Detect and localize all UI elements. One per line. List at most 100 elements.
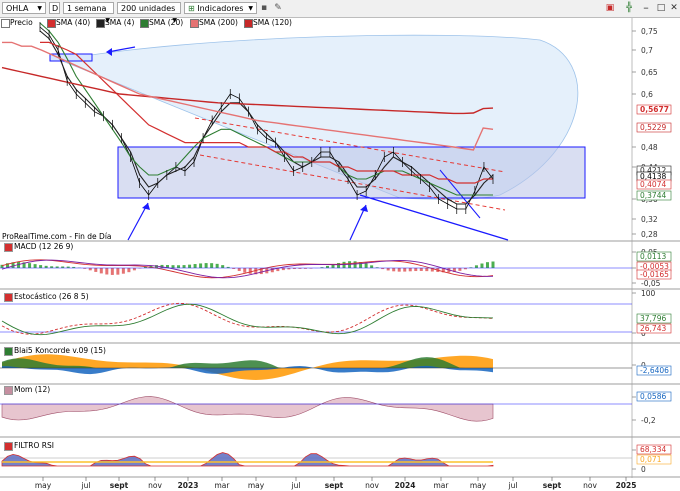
macd-histogram-bar bbox=[364, 263, 368, 268]
macd-histogram-bar bbox=[188, 264, 192, 268]
macd-histogram-bar bbox=[325, 265, 329, 268]
last-value-label: 0,3744 bbox=[640, 191, 666, 200]
macd-histogram-bar bbox=[193, 264, 197, 268]
macd-histogram-bar bbox=[132, 268, 136, 271]
x-tick-label: 2024 bbox=[395, 481, 416, 490]
panel-title-macd[interactable]: MACD (12 26 9) bbox=[2, 242, 73, 252]
macd-histogram-bar bbox=[94, 268, 98, 272]
macd-histogram-bar bbox=[221, 265, 225, 268]
x-tick-label: nov bbox=[583, 481, 597, 490]
macd-histogram-bar bbox=[353, 261, 357, 268]
x-tick-label: may bbox=[248, 481, 265, 490]
panel-value-label: -0,0165 bbox=[640, 270, 669, 279]
x-tick-label: 2023 bbox=[178, 481, 199, 490]
panel-tick-label: 0 bbox=[641, 465, 646, 474]
macd-histogram-bar bbox=[105, 268, 109, 275]
indicator-panels: 0,050-0,050,0113-0,0053-0,0165100037,796… bbox=[0, 248, 672, 474]
x-tick-label: sept bbox=[543, 481, 562, 490]
stoch-k-line bbox=[1, 303, 494, 336]
panel-swatch bbox=[4, 243, 13, 252]
arrow-1-head bbox=[142, 203, 150, 210]
last-value-labels: 0,56770,52290,42120,41380,40740,3744 bbox=[636, 104, 672, 201]
macd-histogram-bar bbox=[99, 268, 103, 274]
y-tick-label: 0,28 bbox=[641, 230, 658, 239]
macd-histogram-bar bbox=[370, 265, 374, 268]
macd-histogram-bar bbox=[403, 268, 407, 272]
macd-histogram-bar bbox=[237, 268, 241, 271]
macd-histogram-bar bbox=[121, 268, 125, 274]
panel-value-label: 0,071 bbox=[640, 455, 662, 464]
panel-tick-label: -0,2 bbox=[641, 416, 656, 425]
macd-histogram-bar bbox=[485, 262, 489, 268]
source-label: ProRealTime.com - Fin de Día bbox=[2, 232, 112, 241]
macd-histogram-bar bbox=[243, 268, 247, 273]
y-tick-label: 0,7 bbox=[641, 46, 653, 55]
macd-histogram-bar bbox=[480, 263, 484, 268]
macd-histogram-bar bbox=[116, 268, 120, 275]
panel-title-mom[interactable]: Mom (12) bbox=[2, 385, 50, 395]
y-tick-label: 0,65 bbox=[641, 68, 658, 77]
panel-swatch bbox=[4, 347, 13, 356]
last-value-label: 0,4074 bbox=[640, 180, 666, 189]
panel-title-filtro-rsi[interactable]: FILTRO RSI bbox=[2, 441, 54, 451]
macd-histogram-bar bbox=[44, 265, 48, 268]
x-tick-label: may bbox=[35, 481, 52, 490]
range-box bbox=[117, 146, 586, 199]
panel-swatch bbox=[4, 293, 13, 302]
x-tick-label: may bbox=[470, 481, 487, 490]
panel-separators bbox=[0, 240, 680, 478]
x-tick-label: nov bbox=[148, 481, 162, 490]
last-value-label: 0,5229 bbox=[640, 123, 666, 132]
macd-histogram-bar bbox=[171, 265, 175, 268]
x-tick-label: nov bbox=[365, 481, 379, 490]
macd-histogram-bar bbox=[474, 265, 478, 268]
panel-value-label: 0,0586 bbox=[640, 392, 666, 401]
macd-histogram-bar bbox=[182, 265, 186, 268]
x-tick-label: jul bbox=[508, 481, 518, 490]
panel-value-label: 0,0113 bbox=[640, 252, 666, 261]
macd-histogram-bar bbox=[419, 268, 423, 271]
last-value-label: 0,5677 bbox=[640, 105, 669, 114]
macd-histogram-bar bbox=[248, 268, 252, 274]
macd-histogram-bar bbox=[127, 268, 131, 273]
x-tick-label: mar bbox=[434, 481, 450, 490]
x-axis: may jul sept nov 2023 mar may jul sept nov 2024 mar… bbox=[35, 477, 637, 490]
macd-histogram-bar bbox=[210, 263, 214, 268]
x-tick-label: jul bbox=[291, 481, 301, 490]
macd-histogram-bar bbox=[33, 264, 37, 268]
macd-histogram-bar bbox=[199, 263, 203, 268]
mom-area bbox=[1, 396, 494, 422]
y-tick-label: 0,48 bbox=[641, 143, 658, 152]
macd-histogram-bar bbox=[177, 265, 181, 268]
macd-histogram-bar bbox=[458, 268, 462, 271]
macd-histogram-bar bbox=[215, 263, 219, 268]
panel-value-label: 37,796 bbox=[640, 314, 666, 323]
y-tick-label: 0,75 bbox=[641, 27, 658, 36]
arrow-2-head bbox=[360, 205, 368, 212]
panel-swatch bbox=[4, 442, 13, 451]
macd-line bbox=[1, 259, 494, 279]
panel-value-label: 26,743 bbox=[640, 324, 666, 333]
panel-title-koncorde[interactable]: Blai5 Koncorde v.09 (15) bbox=[2, 346, 106, 356]
macd-histogram-bar bbox=[425, 268, 429, 272]
x-tick-label: mar bbox=[215, 481, 231, 490]
price-chart[interactable]: 0,750,70,650,60,480,440,360,320,28 0,567… bbox=[0, 0, 680, 491]
macd-histogram-bar bbox=[88, 268, 92, 271]
x-tick-label: jul bbox=[81, 481, 91, 490]
x-tick-label: sept bbox=[325, 481, 344, 490]
x-tick-label: 2025 bbox=[616, 481, 637, 490]
macd-histogram-bar bbox=[39, 265, 43, 268]
macd-histogram-bar bbox=[204, 263, 208, 268]
macd-histogram-bar bbox=[392, 268, 396, 272]
y-axis-ticks: 0,750,70,650,60,480,440,360,320,28 bbox=[632, 27, 658, 239]
x-tick-label: sept bbox=[110, 481, 129, 490]
y-tick-label: 0,32 bbox=[641, 215, 658, 224]
panel-value-label: 68,334 bbox=[640, 445, 666, 454]
stoch-d-line bbox=[1, 302, 494, 335]
panel-title-stochastic[interactable]: Estocástico (26 8 5) bbox=[2, 292, 89, 302]
macd-histogram-bar bbox=[414, 268, 418, 272]
y-tick-label: 0,6 bbox=[641, 90, 653, 99]
panel-value-label: -2,6406 bbox=[640, 366, 669, 375]
rsi-area bbox=[1, 452, 494, 467]
panel-tick-label: 100 bbox=[641, 289, 656, 298]
